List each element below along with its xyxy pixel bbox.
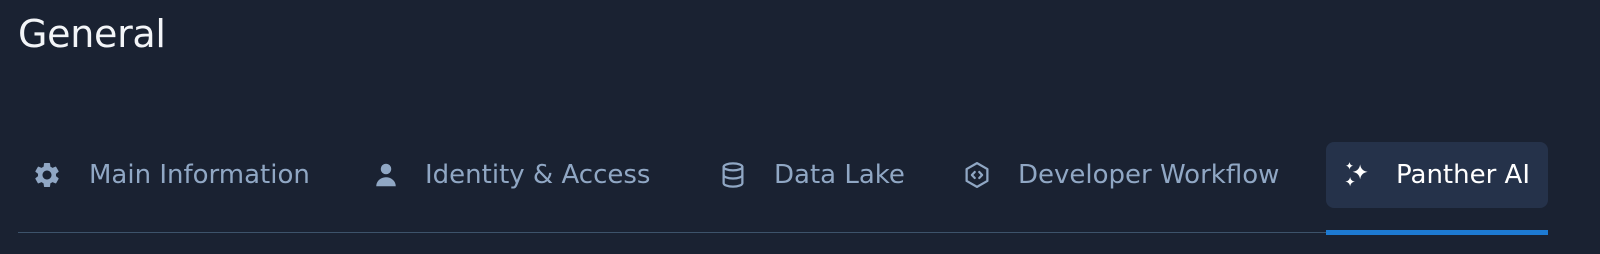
tab-data-lake[interactable]: Data Lake [718,142,918,208]
tab-label: Main Information [89,160,310,190]
database-icon [718,160,748,190]
sparkles-icon [1342,160,1372,190]
code-hexagon-icon [962,160,992,190]
page-title: General [18,12,166,56]
settings-tabs: Main Information Identity & Access Data … [18,142,1548,235]
tab-label: Developer Workflow [1018,160,1280,190]
tab-identity-access[interactable]: Identity & Access [371,142,676,208]
tab-label: Data Lake [774,160,905,190]
tab-label: Panther AI [1396,160,1530,190]
user-icon [371,160,401,190]
tab-developer-workflow[interactable]: Developer Workflow [962,142,1302,208]
tab-panther-ai[interactable]: Panther AI [1326,142,1548,208]
tab-label: Identity & Access [425,160,651,190]
active-tab-indicator [1326,230,1548,235]
settings-page: General Main Information Identity & Acce… [0,0,1600,254]
gear-icon [32,160,62,190]
tab-main-information[interactable]: Main Information [18,142,323,208]
